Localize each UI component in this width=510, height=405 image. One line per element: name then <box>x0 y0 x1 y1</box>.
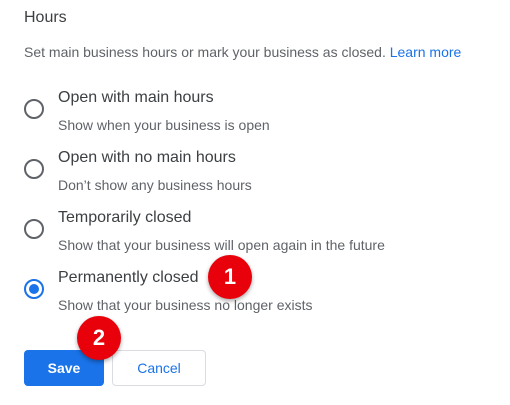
cancel-button[interactable]: Cancel <box>112 350 206 386</box>
radio-button-open-main-hours[interactable] <box>24 99 44 119</box>
section-title: Hours <box>24 9 67 26</box>
option-description: Don’t show any business hours <box>58 177 252 193</box>
radio-button-open-no-main-hours[interactable] <box>24 159 44 179</box>
option-open-no-main-hours[interactable]: Open with no main hours Don’t show any b… <box>0 149 510 205</box>
option-temporarily-closed[interactable]: Temporarily closed Show that your busine… <box>0 209 510 265</box>
option-description: Show that your business no longer exists <box>58 297 313 313</box>
option-open-main-hours[interactable]: Open with main hours Show when your busi… <box>0 89 510 145</box>
description-text: Set main business hours or mark your bus… <box>24 44 386 60</box>
radio-button-permanently-closed[interactable] <box>24 279 44 299</box>
radio-button-temporarily-closed[interactable] <box>24 219 44 239</box>
option-description: Show that your business will open again … <box>58 237 385 253</box>
step-1-badge: 1 <box>208 255 252 299</box>
option-label: Open with main hours <box>58 89 214 106</box>
option-label: Open with no main hours <box>58 149 236 166</box>
option-description: Show when your business is open <box>58 117 270 133</box>
option-label: Permanently closed <box>58 269 199 286</box>
learn-more-link[interactable]: Learn more <box>390 44 462 60</box>
step-2-badge: 2 <box>77 316 121 360</box>
radio-selected-dot <box>29 284 39 294</box>
option-label: Temporarily closed <box>58 209 192 226</box>
option-permanently-closed[interactable]: Permanently closed Show that your busine… <box>0 269 510 325</box>
section-description: Set main business hours or mark your bus… <box>24 44 461 60</box>
